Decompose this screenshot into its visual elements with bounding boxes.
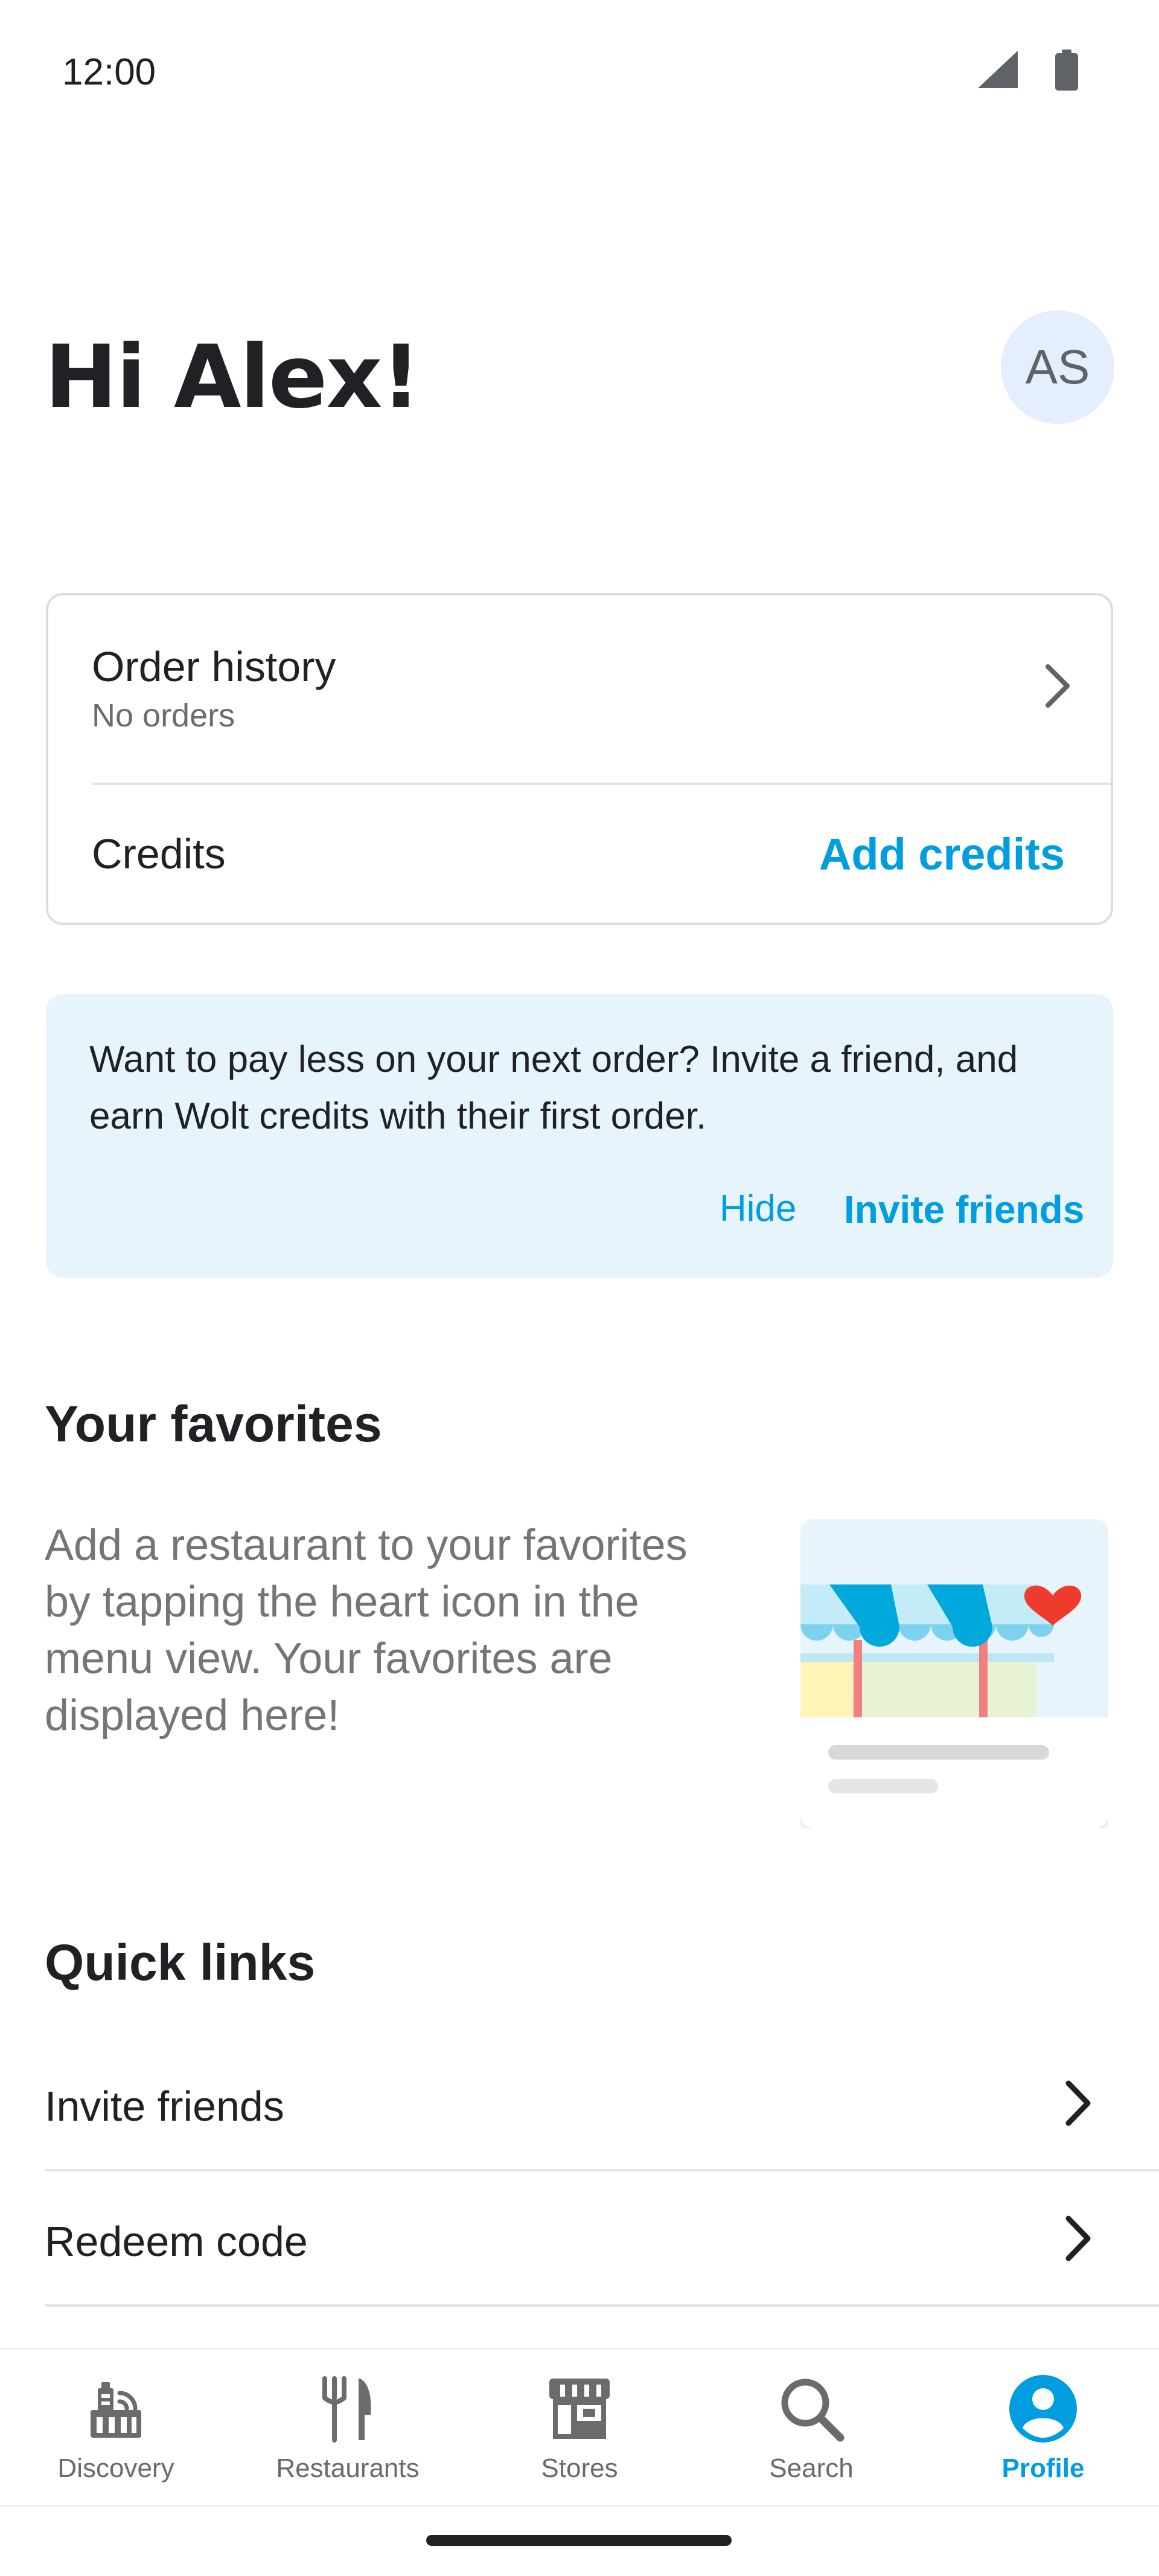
nav-label: Profile: [1001, 2453, 1085, 2483]
profile-icon: [1009, 2375, 1077, 2443]
status-time: 12:00: [62, 51, 156, 93]
discovery-icon: [91, 2382, 141, 2438]
order-history-title: Order history: [92, 643, 336, 690]
nav-item-search[interactable]: Search: [695, 2350, 927, 2509]
divider: [45, 2304, 1159, 2307]
status-bar: 12:00: [0, 0, 1159, 143]
divider: [92, 783, 1111, 785]
chevron-right-icon: [1046, 664, 1070, 708]
quick-link-label: Invite friends: [45, 2083, 284, 2130]
bottom-nav: Discovery Restaurants Stores Search Prof…: [0, 2348, 1159, 2507]
home-indicator[interactable]: [426, 2535, 732, 2546]
chevron-right-icon: [1065, 2216, 1091, 2261]
quick-link-redeem-code[interactable]: Redeem code: [45, 2171, 1159, 2307]
restaurants-icon: [322, 2376, 371, 2443]
favorites-title: Your favorites: [45, 1395, 382, 1452]
promo-text: Want to pay less on your next order? Inv…: [89, 1039, 1018, 1137]
nav-item-profile[interactable]: Profile: [927, 2350, 1159, 2509]
credits-label: Credits: [92, 830, 226, 877]
order-history-row[interactable]: Order history No orders: [48, 595, 1111, 783]
signal-icon: [978, 51, 1018, 88]
nav-item-restaurants[interactable]: Restaurants: [232, 2350, 464, 2509]
quick-link-label: Redeem code: [45, 2218, 308, 2265]
order-history-subtitle: No orders: [92, 697, 235, 734]
stores-icon: [549, 2379, 610, 2439]
add-credits-button[interactable]: Add credits: [819, 828, 1065, 880]
quick-links-title: Quick links: [45, 1934, 316, 1991]
nav-item-discovery[interactable]: Discovery: [0, 2350, 232, 2509]
storefront-illustration: [800, 1519, 1108, 1828]
nav-item-stores[interactable]: Stores: [464, 2350, 695, 2509]
nav-label: Stores: [541, 2453, 618, 2483]
chevron-right-icon: [1065, 2080, 1091, 2126]
favorites-empty-text: Add a restaurant to your favorites by ta…: [45, 1521, 688, 1740]
page-title: Hi Alex!: [45, 326, 421, 428]
nav-label: Search: [769, 2453, 854, 2483]
invite-promo-banner: Want to pay less on your next order? Inv…: [46, 994, 1113, 1278]
search-icon: [781, 2379, 845, 2442]
quick-link-invite-friends[interactable]: Invite friends: [45, 2036, 1159, 2171]
hide-button[interactable]: Hide: [720, 1187, 797, 1230]
account-card: Order history No orders Credits Add cred…: [46, 593, 1113, 925]
nav-label: Restaurants: [276, 2453, 420, 2483]
nav-label: Discovery: [57, 2453, 174, 2483]
invite-friends-button[interactable]: Invite friends: [844, 1187, 1084, 1232]
avatar[interactable]: AS: [1001, 310, 1114, 424]
battery-icon: [1055, 50, 1078, 91]
